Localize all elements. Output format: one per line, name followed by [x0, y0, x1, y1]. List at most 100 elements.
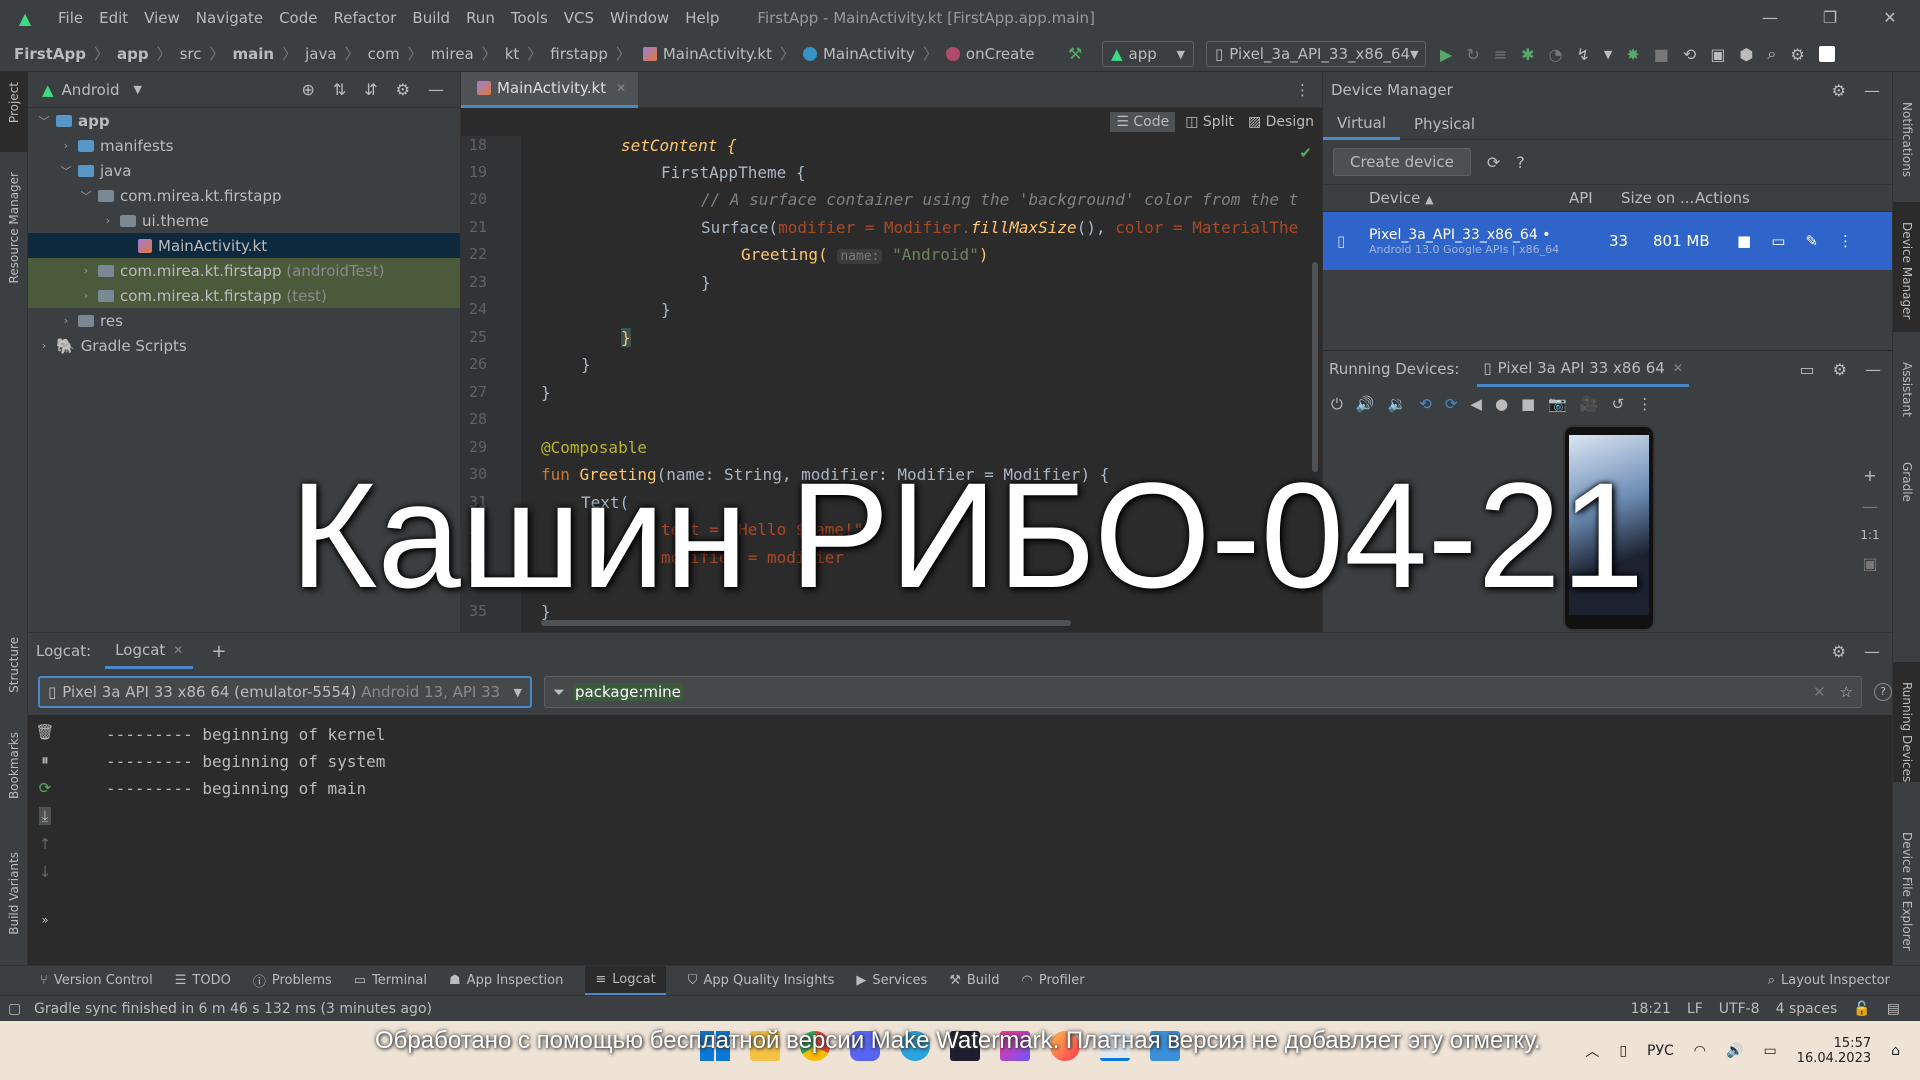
- tab-problems[interactable]: ⓘ Problems: [253, 971, 332, 990]
- mode-code[interactable]: ☰ Code: [1110, 112, 1176, 132]
- hide-icon[interactable]: —: [1865, 360, 1881, 379]
- menu-navigate[interactable]: Navigate: [188, 9, 271, 27]
- breadcrumb-project[interactable]: FirstApp: [14, 45, 86, 63]
- zoom-out-icon[interactable]: —: [1862, 497, 1878, 516]
- tool-bookmarks[interactable]: Bookmarks: [7, 732, 21, 799]
- maximize-icon[interactable]: ▭: [1800, 360, 1815, 379]
- memory-icon[interactable]: ▤: [1887, 1001, 1900, 1017]
- tree-node-test[interactable]: › com.mirea.kt.firstapp (test): [28, 283, 460, 308]
- clear-icon[interactable]: ✕: [1813, 683, 1826, 701]
- more-run-icon[interactable]: ▼: [1604, 48, 1612, 61]
- stop-icon[interactable]: ■: [1654, 45, 1669, 64]
- menu-refactor[interactable]: Refactor: [325, 9, 404, 27]
- close-icon[interactable]: ✕: [173, 643, 183, 657]
- breadcrumb-java[interactable]: java: [305, 45, 336, 63]
- attach-debugger-icon[interactable]: ↯: [1577, 45, 1590, 64]
- profile-icon[interactable]: ◔: [1549, 45, 1563, 64]
- overview-icon[interactable]: ■: [1521, 395, 1535, 413]
- wifi-icon[interactable]: ◠: [1694, 1043, 1706, 1059]
- rotate-left-icon[interactable]: ⟲: [1419, 395, 1432, 413]
- more-icon[interactable]: ⋮: [1838, 232, 1853, 250]
- tool-build-variants[interactable]: Build Variants: [7, 852, 21, 935]
- up-icon[interactable]: ↑: [39, 835, 52, 853]
- close-icon[interactable]: ✕: [616, 81, 626, 95]
- mode-design[interactable]: ▨ Design: [1244, 112, 1318, 132]
- tree-node-mainactivity[interactable]: MainActivity.kt: [28, 233, 460, 258]
- help-icon[interactable]: ?: [1874, 683, 1892, 701]
- settings-icon[interactable]: ⚙: [1790, 45, 1804, 64]
- breadcrumb-app[interactable]: app: [117, 45, 149, 63]
- power-icon[interactable]: ⏻: [1331, 395, 1343, 413]
- hide-icon[interactable]: —: [1864, 642, 1880, 661]
- close-icon[interactable]: ✕: [1860, 0, 1920, 36]
- menu-run[interactable]: Run: [458, 9, 503, 27]
- restart-icon[interactable]: ⟳: [39, 779, 52, 797]
- create-device-button[interactable]: Create device: [1333, 148, 1471, 176]
- tab-physical[interactable]: Physical: [1400, 115, 1489, 133]
- locate-icon[interactable]: ⊕: [301, 80, 314, 99]
- clock[interactable]: 15:57 16.04.2023: [1797, 1036, 1871, 1066]
- horizontal-scrollbar[interactable]: [541, 620, 1071, 626]
- tool-gradle[interactable]: Gradle: [1900, 462, 1914, 502]
- pause-icon[interactable]: ⏸: [41, 751, 49, 769]
- hide-icon[interactable]: —: [1864, 81, 1880, 100]
- settings-icon[interactable]: ⚙: [1832, 81, 1846, 100]
- toggle-tool-windows-icon[interactable]: ▢: [8, 1001, 21, 1017]
- breadcrumb-file[interactable]: MainActivity.kt: [663, 45, 772, 63]
- menu-help[interactable]: Help: [677, 9, 727, 27]
- settings-icon[interactable]: ⚙: [396, 80, 410, 99]
- expand-all-icon[interactable]: ⇅: [333, 80, 346, 99]
- tool-project[interactable]: Project: [7, 82, 21, 123]
- project-view-mode[interactable]: Android: [62, 81, 120, 99]
- file-encoding[interactable]: UTF-8: [1719, 1001, 1760, 1017]
- sync-gradle-icon[interactable]: ⟲: [1683, 45, 1696, 64]
- hide-icon[interactable]: —: [428, 80, 444, 99]
- status-message[interactable]: Gradle sync finished in 6 m 46 s 132 ms …: [34, 1001, 432, 1017]
- sdk-manager-icon[interactable]: ⬢: [1739, 45, 1753, 64]
- col-size[interactable]: Size on ...: [1621, 189, 1695, 207]
- debug-icon[interactable]: ✱: [1521, 45, 1534, 64]
- tree-node-java[interactable]: ﹀ java: [28, 158, 460, 183]
- tree-node-app[interactable]: ﹀ app: [28, 108, 460, 133]
- logcat-tab[interactable]: Logcat ✕: [105, 633, 194, 669]
- tool-notifications[interactable]: Notifications: [1900, 102, 1914, 177]
- run-icon[interactable]: ▶: [1440, 45, 1452, 64]
- volume-up-icon[interactable]: 🔊: [1356, 395, 1375, 413]
- tool-device-manager[interactable]: Device Manager: [1900, 222, 1914, 319]
- tree-node-gradle-scripts[interactable]: › 🐘 Gradle Scripts: [28, 333, 460, 358]
- chevron-up-icon[interactable]: ︿: [1585, 1041, 1599, 1061]
- rerun-icon[interactable]: ↻: [1466, 45, 1479, 64]
- hammer-icon[interactable]: ⚒: [1068, 44, 1082, 63]
- tree-node-package[interactable]: ﹀ com.mirea.kt.firstapp: [28, 183, 460, 208]
- zoom-in-icon[interactable]: +: [1863, 466, 1876, 485]
- screenshot-icon[interactable]: 📷: [1548, 395, 1567, 413]
- tab-services[interactable]: ▶ Services: [856, 973, 927, 988]
- tab-terminal[interactable]: ▭ Terminal: [354, 973, 427, 988]
- trash-icon[interactable]: 🗑: [35, 723, 54, 741]
- snapshot-icon[interactable]: ↺: [1612, 395, 1625, 413]
- edit-icon[interactable]: ✎: [1805, 232, 1818, 250]
- menu-tools[interactable]: Tools: [503, 9, 556, 27]
- tool-running-devices[interactable]: Running Devices: [1900, 682, 1914, 782]
- search-icon[interactable]: ⌕: [1767, 44, 1776, 64]
- volume-icon[interactable]: 🔊: [1726, 1043, 1743, 1059]
- device-manager-icon[interactable]: ▣: [1710, 45, 1725, 64]
- menu-window[interactable]: Window: [602, 9, 677, 27]
- run-config-combo[interactable]: ▲ app ▼: [1102, 41, 1194, 67]
- zoom-fit-icon[interactable]: ▣: [1862, 554, 1877, 573]
- tree-node-androidtest[interactable]: › com.mirea.kt.firstapp (androidTest): [28, 258, 460, 283]
- down-icon[interactable]: ↓: [39, 863, 52, 881]
- menu-edit[interactable]: Edit: [91, 9, 136, 27]
- restore-icon[interactable]: ❐: [1800, 0, 1860, 36]
- tab-app-quality-insights[interactable]: ⛉ App Quality Insights: [688, 973, 835, 988]
- close-icon[interactable]: ✕: [1673, 361, 1683, 375]
- caret-position[interactable]: 18:21: [1631, 1001, 1671, 1017]
- help-icon[interactable]: ?: [1516, 153, 1525, 172]
- apply-changes-icon[interactable]: ≡: [1494, 45, 1507, 64]
- tab-build[interactable]: ⚒ Build: [949, 973, 999, 988]
- star-icon[interactable]: ☆: [1840, 683, 1853, 701]
- menu-file[interactable]: File: [50, 9, 91, 27]
- avatar[interactable]: [1818, 46, 1835, 62]
- volume-down-icon[interactable]: 🔉: [1388, 395, 1407, 413]
- battery-icon[interactable]: ▭: [1763, 1043, 1776, 1059]
